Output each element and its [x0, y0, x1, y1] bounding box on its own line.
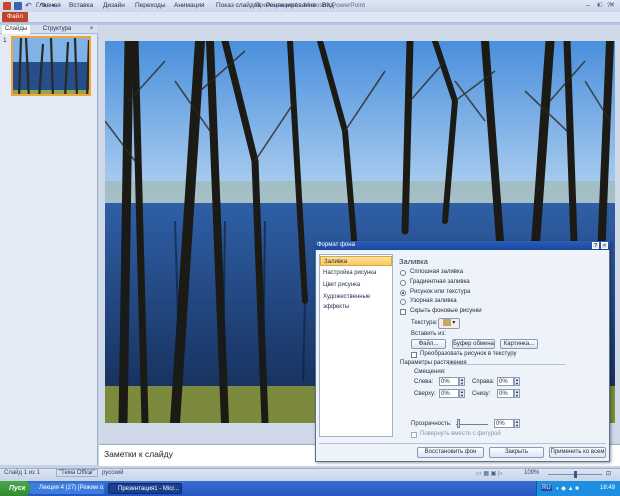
- transparency-slider[interactable]: [456, 424, 488, 425]
- divider: [448, 364, 566, 365]
- panel-close-icon[interactable]: ×: [87, 25, 96, 34]
- file-button[interactable]: Файл...: [411, 339, 446, 349]
- tab-home[interactable]: Главная: [36, 1, 61, 10]
- tab-animation[interactable]: Анимация: [174, 1, 205, 10]
- label-picture-fill: Рисунок или текстура: [410, 289, 471, 295]
- task-powerpoint[interactable]: Презентация1 - Micr...: [108, 483, 182, 494]
- fit-slide-icon[interactable]: ⊡: [606, 470, 611, 477]
- transparency-spinner[interactable]: ▲ ▼: [514, 419, 520, 428]
- offset-top-spinner[interactable]: ▲ ▼: [459, 389, 465, 398]
- zoom-level[interactable]: 109%: [524, 470, 539, 476]
- tab-slides[interactable]: Слайды: [2, 25, 30, 34]
- nav-picture-color[interactable]: Цвет рисунка: [320, 280, 392, 290]
- label-hide-background: Скрыть фоновые рисунки: [410, 308, 482, 314]
- label-transparency: Прозрачность:: [411, 421, 452, 427]
- texture-swatch-icon: [442, 319, 451, 326]
- ribbon-expand-icon[interactable]: ▾: [597, 1, 600, 10]
- slide-number: 1: [3, 37, 7, 44]
- dialog-close-icon[interactable]: ×: [601, 242, 608, 249]
- checkbox-hide-background[interactable]: [400, 309, 406, 315]
- tab-design[interactable]: Дизайн: [103, 1, 125, 10]
- tab-view[interactable]: Вид: [322, 1, 334, 10]
- thumbnail-image: [13, 38, 89, 94]
- status-slide-count: Слайд 1 из 1: [4, 470, 40, 476]
- ribbon-tabs: [0, 12, 620, 23]
- label-offsets: Смещения:: [414, 369, 446, 375]
- tab-insert[interactable]: Вставка: [69, 1, 93, 10]
- clipboard-button[interactable]: Буфер обмена: [452, 339, 495, 349]
- language-indicator[interactable]: RU: [541, 485, 552, 491]
- label-solid-fill: Сплошная заливка: [410, 269, 464, 275]
- dialog-title: Формат фона: [315, 241, 610, 250]
- clipart-button[interactable]: Картинка...: [500, 339, 538, 349]
- tab-outline[interactable]: Структура: [40, 25, 74, 34]
- tab-review[interactable]: Рецензирование: [266, 1, 316, 10]
- task-word[interactable]: Лекция 4 (27) [Режим о...: [30, 483, 104, 494]
- minimize-icon[interactable]: –: [583, 1, 593, 10]
- tab-slideshow[interactable]: Показ слайдов: [216, 1, 261, 10]
- radio-solid-fill[interactable]: [400, 270, 406, 276]
- view-buttons[interactable]: ▭ ▦ ▣ ▷: [476, 470, 503, 477]
- radio-picture-fill[interactable]: [400, 290, 406, 296]
- zoom-thumb[interactable]: [574, 471, 577, 478]
- offset-bottom-field[interactable]: 0%: [497, 389, 514, 398]
- checkbox-tile-texture[interactable]: [411, 352, 417, 358]
- section-heading: Заливка: [399, 257, 428, 266]
- radio-gradient-fill[interactable]: [400, 280, 406, 286]
- label-rotate-with-shape: Повернуть вместе с фигурой: [420, 431, 501, 437]
- close-button[interactable]: Закрыть: [489, 447, 544, 458]
- offset-right-field[interactable]: 0%: [497, 377, 514, 386]
- notes-placeholder: Заметки к слайду: [104, 449, 173, 459]
- transparency-field[interactable]: 0%: [494, 419, 514, 428]
- label-right: Справа:: [472, 379, 495, 385]
- label-top: Сверху:: [414, 391, 436, 397]
- status-language[interactable]: русский: [102, 470, 124, 476]
- start-button[interactable]: Пуск: [0, 481, 30, 496]
- checkbox-rotate-with-shape[interactable]: [411, 432, 417, 438]
- label-texture: Текстура:: [411, 320, 438, 326]
- label-stretch-options: Параметры растяжения: [400, 360, 467, 366]
- offset-left-field[interactable]: 0%: [439, 377, 459, 386]
- label-left: Слева:: [414, 379, 434, 385]
- help-icon[interactable]: ?: [607, 1, 611, 10]
- tab-file[interactable]: Файл: [2, 12, 28, 22]
- tray-icons[interactable]: ◐ ◆ ▲ ■: [556, 485, 579, 492]
- spellcheck-icon[interactable]: ✓: [88, 470, 93, 477]
- label-bottom: Снизу:: [472, 391, 491, 397]
- reset-background-button[interactable]: Восстановить фон: [417, 447, 484, 458]
- offset-left-spinner[interactable]: ▲ ▼: [459, 377, 465, 386]
- dialog-help-icon[interactable]: ?: [592, 242, 599, 249]
- label-insert-from: Вставить из:: [411, 331, 446, 337]
- offset-bottom-spinner[interactable]: ▲ ▼: [514, 389, 520, 398]
- transparency-thumb[interactable]: [457, 419, 460, 428]
- offset-right-spinner[interactable]: ▲ ▼: [514, 377, 520, 386]
- label-tile-texture: Преобразовать рисунок в текстуру: [420, 351, 517, 357]
- nav-artistic-effects[interactable]: Художественные эффекты: [320, 292, 392, 310]
- tab-transitions[interactable]: Переходы: [135, 1, 166, 10]
- offset-top-field[interactable]: 0%: [439, 389, 459, 398]
- slide-thumbnail[interactable]: [11, 36, 91, 96]
- button-divider: [319, 443, 606, 444]
- clock: 18:49: [600, 485, 616, 491]
- label-pattern-fill: Узорная заливка: [410, 298, 457, 304]
- apply-to-all-button[interactable]: Применить ко всем: [549, 447, 606, 458]
- texture-picker[interactable]: ▾: [438, 318, 460, 329]
- nav-fill[interactable]: Заливка: [320, 256, 392, 266]
- radio-pattern-fill[interactable]: [400, 299, 406, 305]
- nav-picture-corrections[interactable]: Настройка рисунка: [320, 268, 392, 278]
- label-gradient-fill: Градиентная заливка: [410, 279, 470, 285]
